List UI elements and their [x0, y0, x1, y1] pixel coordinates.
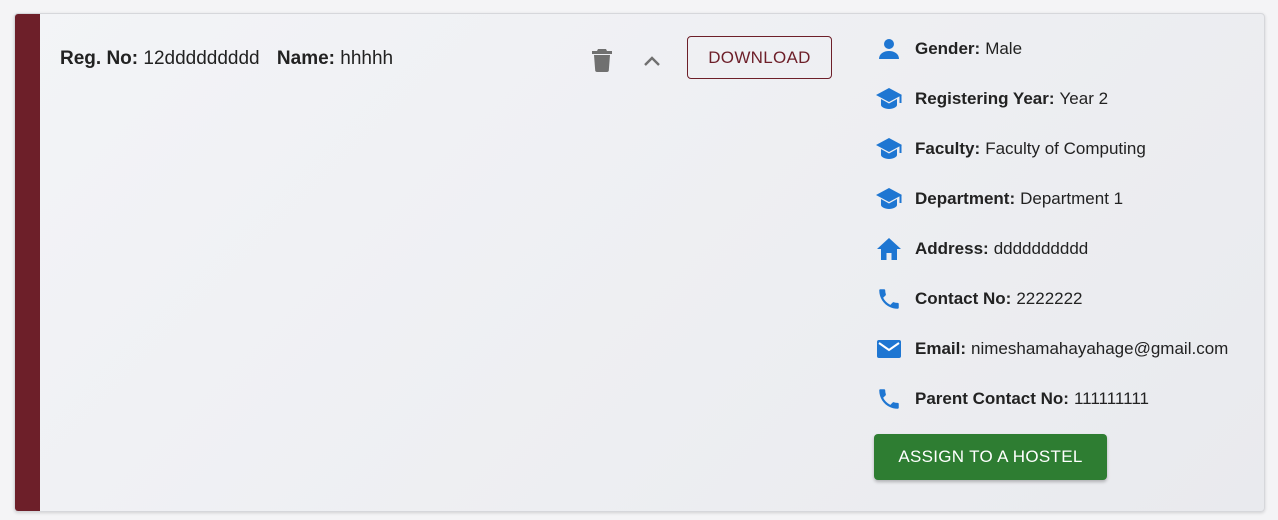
detail-value: nimeshamahayahage@gmail.com	[971, 339, 1229, 358]
graduation-cap-icon	[875, 185, 903, 213]
detail-row: Address: dddddddddd	[875, 234, 1088, 264]
detail-value: Department 1	[1020, 189, 1124, 208]
card-accent-bar	[15, 14, 40, 511]
name-label: Name:	[276, 48, 335, 69]
student-card: Reg. No: 12ddddddddd Name: hhhhh DOWNLOA…	[14, 13, 1265, 512]
reg-no-value: 12ddddddddd	[143, 48, 260, 69]
detail-row: Registering Year: Year 2	[875, 84, 1108, 114]
assign-hostel-button[interactable]: ASSIGN TO A HOSTEL	[874, 434, 1107, 480]
detail-label: Gender:	[915, 39, 981, 58]
detail-row: Contact No: 2222222	[875, 284, 1083, 314]
detail-row: Parent Contact No: 111111111	[875, 384, 1149, 414]
trash-icon	[592, 49, 612, 72]
detail-row: Email: nimeshamahayahage@gmail.com	[875, 334, 1228, 364]
detail-row: Department: Department 1	[875, 184, 1123, 214]
chevron-up-icon	[644, 56, 660, 66]
delete-button[interactable]	[589, 46, 615, 74]
name-value: hhhhh	[340, 48, 394, 69]
phone-icon	[875, 285, 903, 313]
detail-label: Contact No:	[915, 289, 1012, 308]
download-button[interactable]: DOWNLOAD	[687, 36, 832, 79]
detail-label: Email:	[915, 339, 967, 358]
detail-row: Faculty: Faculty of Computing	[875, 134, 1146, 164]
detail-value: Faculty of Computing	[985, 139, 1146, 158]
detail-value: Male	[985, 39, 1023, 58]
detail-label: Faculty:	[915, 139, 981, 158]
collapse-button[interactable]	[639, 48, 665, 74]
detail-value: dddddddddd	[993, 239, 1089, 258]
detail-value: 111111111	[1073, 389, 1149, 408]
person-icon	[875, 35, 903, 63]
detail-row: Gender: Male	[875, 34, 1022, 64]
home-icon	[875, 235, 903, 263]
detail-label: Parent Contact No:	[915, 389, 1069, 408]
detail-label: Address:	[915, 239, 989, 258]
student-header: Reg. No: 12ddddddddd Name: hhhhh	[60, 48, 393, 70]
graduation-cap-icon	[875, 85, 903, 113]
reg-no-label: Reg. No:	[60, 48, 139, 69]
detail-label: Department:	[915, 189, 1016, 208]
detail-value: Year 2	[1059, 89, 1109, 108]
phone-icon	[875, 385, 903, 413]
email-icon	[875, 335, 903, 363]
detail-value: 2222222	[1016, 289, 1083, 308]
detail-label: Registering Year:	[915, 89, 1055, 108]
graduation-cap-icon	[875, 135, 903, 163]
